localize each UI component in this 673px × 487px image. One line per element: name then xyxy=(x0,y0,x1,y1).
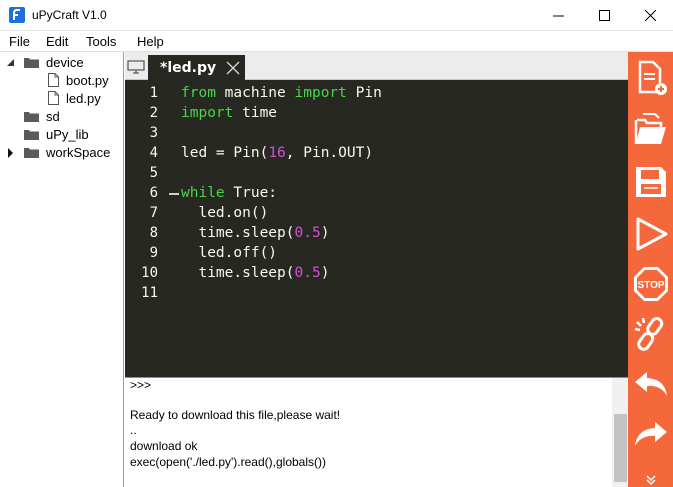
open-folder-icon xyxy=(634,113,666,144)
tree-item-led[interactable]: led.py xyxy=(66,91,101,106)
line-number: 8 xyxy=(149,225,158,241)
terminal-scrollbar-thumb[interactable] xyxy=(614,414,627,482)
svg-text:STOP: STOP xyxy=(637,280,664,291)
close-icon xyxy=(644,10,656,21)
menu-edit[interactable]: Edit xyxy=(46,34,68,49)
stop-button[interactable]: STOP xyxy=(631,264,671,304)
redo-button[interactable] xyxy=(631,414,671,454)
file-icon xyxy=(48,73,59,87)
line-number: 3 xyxy=(149,125,158,141)
code-line: led.on() xyxy=(181,205,269,221)
download-run-button[interactable] xyxy=(631,214,671,254)
terminal-line: .. xyxy=(130,423,137,437)
folder-icon xyxy=(24,112,39,122)
maximize-button[interactable] xyxy=(581,0,627,31)
line-number: 11 xyxy=(141,285,158,301)
tree-item-workspace[interactable]: workSpace xyxy=(46,145,110,160)
code-line: import time xyxy=(181,105,278,121)
connect-icon xyxy=(634,317,664,351)
collapsed-arrow-icon[interactable] xyxy=(6,148,16,158)
tab-label: *led.py xyxy=(160,60,217,76)
code-line: led.off() xyxy=(181,245,278,261)
line-number: 6 xyxy=(149,185,158,201)
terminal-prompt: >>> xyxy=(130,378,152,392)
tree-item-device[interactable]: device xyxy=(46,55,84,70)
code-line: from machine import Pin xyxy=(181,85,382,101)
close-button[interactable] xyxy=(627,0,673,31)
line-number: 9 xyxy=(149,245,158,261)
window-title: uPyCraft V1.0 xyxy=(32,8,107,22)
folder-icon xyxy=(24,148,39,158)
menu-help[interactable]: Help xyxy=(137,34,164,49)
maximize-icon xyxy=(598,10,610,21)
terminal-output[interactable]: >>> Ready to download this file,please w… xyxy=(125,377,628,487)
tree-item-upy-lib[interactable]: uPy_lib xyxy=(46,127,89,142)
folder-icon xyxy=(24,130,39,140)
terminal-line: exec(open('./led.py').read(),globals()) xyxy=(130,455,326,469)
monitor-icon xyxy=(127,60,145,74)
expanded-arrow-icon[interactable] xyxy=(6,58,16,68)
folder-icon xyxy=(24,58,39,68)
fold-marker[interactable] xyxy=(169,193,179,195)
tree-item-boot[interactable]: boot.py xyxy=(66,73,109,88)
connect-button[interactable] xyxy=(631,314,671,354)
code-line: led = Pin(16, Pin.OUT) xyxy=(181,145,374,161)
code-editor[interactable]: 1 2 3 4 5 6 7 8 9 10 11 from machine imp… xyxy=(125,80,628,377)
save-icon xyxy=(636,167,666,197)
tree-item-sd[interactable]: sd xyxy=(46,109,60,124)
undo-button[interactable] xyxy=(631,364,671,404)
code-line: while True: xyxy=(181,185,278,201)
line-number-gutter: 1 2 3 4 5 6 7 8 9 10 11 xyxy=(125,80,170,377)
code-line: time.sleep(0.5) xyxy=(181,265,330,281)
file-icon xyxy=(48,91,59,105)
line-number: 4 xyxy=(149,145,158,161)
tab-close-icon[interactable] xyxy=(225,60,241,76)
line-number: 5 xyxy=(149,165,158,181)
menu-tools[interactable]: Tools xyxy=(86,34,116,49)
line-number: 10 xyxy=(141,265,158,281)
new-file-button[interactable] xyxy=(631,58,671,98)
file-tree: device boot.py led.py sd uPy_lib workSpa… xyxy=(0,52,124,487)
menu-bar: File Edit Tools Help xyxy=(0,31,673,52)
redo-icon xyxy=(635,422,667,446)
terminal-line: Ready to download this file,please wait! xyxy=(130,408,341,422)
line-number: 2 xyxy=(149,105,158,121)
minimize-icon xyxy=(552,15,564,17)
minimize-button[interactable] xyxy=(535,0,581,31)
undo-icon xyxy=(635,372,667,396)
new-file-icon xyxy=(638,60,667,95)
download-run-icon xyxy=(636,217,668,251)
stop-icon: STOP xyxy=(634,267,668,301)
line-number: 7 xyxy=(149,205,158,221)
code-line: time.sleep(0.5) xyxy=(181,225,330,241)
chevron-down-icon[interactable] xyxy=(644,472,658,486)
save-button[interactable] xyxy=(631,162,671,202)
app-icon xyxy=(9,7,25,23)
title-bar: uPyCraft V1.0 xyxy=(0,0,673,31)
menu-file[interactable]: File xyxy=(9,34,30,49)
terminal-line: download ok xyxy=(130,439,198,453)
right-toolbar: STOP xyxy=(628,52,673,487)
line-number: 1 xyxy=(149,85,158,101)
open-button[interactable] xyxy=(631,110,671,150)
